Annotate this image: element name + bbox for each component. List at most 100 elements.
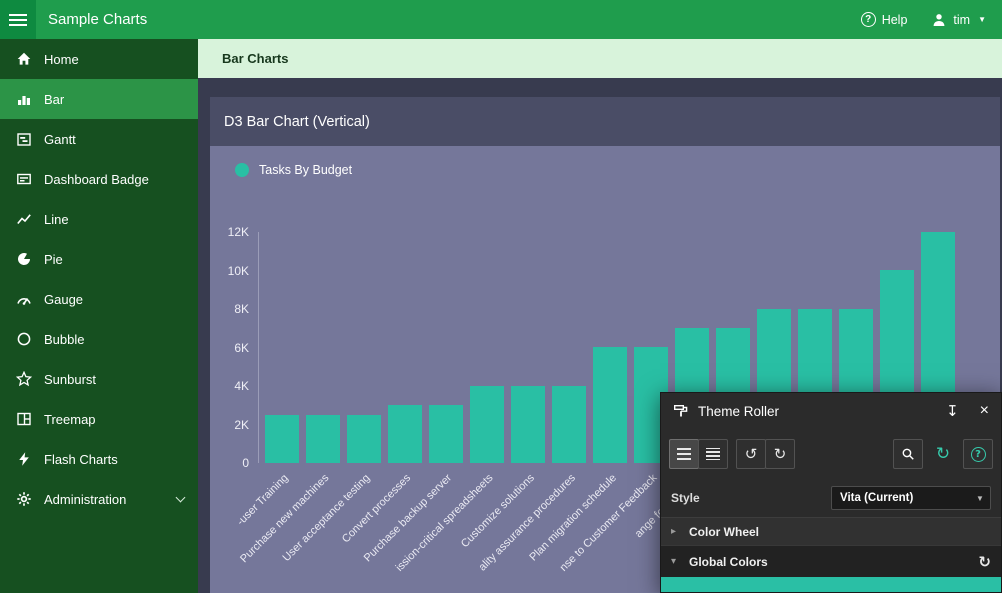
chart-panel-header: D3 Bar Chart (Vertical) [210,97,1000,146]
bar[interactable]: ality assurance procedures [552,386,586,463]
sidebar-item-line[interactable]: Line [0,199,198,239]
theme-roller-header: Theme Roller ↧ × [661,393,1001,429]
user-icon [931,12,947,28]
sidebar-item-label: Sunburst [44,372,96,387]
administration-icon [16,491,32,507]
section-label: Color Wheel [689,525,759,539]
sidebar-item-label: Line [44,212,69,227]
section-color-wheel[interactable]: ▸ Color Wheel [661,517,1001,545]
bar[interactable]: -user Training [265,415,299,463]
redo-button[interactable]: ↻ [765,439,795,469]
sunburst-icon [16,371,32,387]
sidebar-item-gantt[interactable]: Gantt [0,119,198,159]
sidebar-item-bar[interactable]: Bar [0,79,198,119]
sidebar-item-label: Administration [44,492,126,507]
y-axis-tick: 8K [210,302,249,316]
sidebar-item-label: Dashboard Badge [44,172,149,187]
legend-label: Tasks By Budget [259,163,352,177]
bar[interactable]: ission-critical spreadsheets [470,386,504,463]
sidebar-item-flash-charts[interactable]: Flash Charts [0,439,198,479]
sidebar-item-label: Bar [44,92,64,107]
app-title: Sample Charts [48,11,147,28]
dashboard-badge-icon [16,171,32,187]
menu-button[interactable] [0,0,36,39]
section-global-colors[interactable]: ▾ Global Colors ↻ [661,545,1001,577]
sidebar-item-treemap[interactable]: Treemap [0,399,198,439]
y-axis-tick: 2K [210,418,249,432]
theme-roller-panel: Theme Roller ↧ × ↺ ↻ ↻ [660,392,1002,593]
sidebar-item-label: Home [44,52,79,67]
bar[interactable]: Purchase backup server [429,405,463,463]
sidebar-item-label: Bubble [44,332,84,347]
detailed-view-button[interactable] [698,439,728,469]
gantt-icon [16,131,32,147]
paint-roller-icon [673,403,689,419]
chevron-down-icon: ▼ [978,15,986,24]
undo-button[interactable]: ↺ [736,439,766,469]
chart-legend[interactable]: Tasks By Budget [235,163,352,177]
style-select[interactable]: Vita (Current) ▼ [831,486,991,510]
top-bar: Sample Charts ? Help tim ▼ [0,0,1002,39]
page-title: Bar Charts [222,51,288,66]
legend-marker [235,163,249,177]
sidebar-item-home[interactable]: Home [0,39,198,79]
bar[interactable]: Plan migration schedule [593,347,627,463]
y-axis-tick: 12K [210,225,249,239]
help-icon: ? [861,12,876,27]
compact-view-button[interactable] [669,439,699,469]
home-icon [16,51,32,67]
theme-help-button[interactable]: ? [963,439,993,469]
color-swatch[interactable] [661,577,1001,592]
bar[interactable]: Purchase new machines [306,415,340,463]
chevron-down-icon: ▾ [671,556,681,567]
app-root: Sample Charts ? Help tim ▼ Home Bar Gantt D… [0,0,1002,593]
help-button[interactable]: ? Help [861,12,908,27]
sidebar-item-label: Pie [44,252,63,267]
user-name: tim [953,13,970,27]
flash-charts-icon [16,451,32,467]
chevron-down-icon [176,492,186,502]
chart-panel-title: D3 Bar Chart (Vertical) [224,114,370,130]
list-compact-icon [677,448,691,460]
y-axis-tick: 10K [210,264,249,278]
style-label: Style [671,491,700,505]
help-label: Help [882,13,908,27]
y-axis-tick: 4K [210,379,249,393]
chevron-down-icon: ▼ [970,487,990,509]
line-icon [16,211,32,227]
style-row: Style Vita (Current) ▼ [661,479,1001,517]
search-icon [901,447,915,461]
sidebar-item-label: Gantt [44,132,76,147]
sync-icon[interactable]: ↻ [978,553,991,571]
y-axis-tick: 0 [210,456,249,470]
breadcrumb: Bar Charts [198,39,1002,78]
bar[interactable]: User acceptance testing [347,415,381,463]
close-icon[interactable]: × [980,402,989,420]
search-button[interactable] [893,439,923,469]
sidebar: Home Bar Gantt Dashboard Badge Line Pie Gauge B… [0,39,198,593]
refresh-button[interactable]: ↻ [928,439,958,469]
hamburger-icon [9,14,27,16]
sidebar-item-administration[interactable]: Administration [0,479,198,519]
list-detailed-icon [706,448,720,460]
bubble-icon [16,331,32,347]
download-icon[interactable]: ↧ [946,402,959,420]
bar-icon [16,91,32,107]
sidebar-item-label: Treemap [44,412,96,427]
sidebar-item-sunburst[interactable]: Sunburst [0,359,198,399]
chevron-right-icon: ▸ [671,526,681,537]
bar[interactable]: Customize solutions [511,386,545,463]
section-label: Global Colors [689,555,768,569]
x-axis-label: Customize solutions [458,472,536,550]
sidebar-item-bubble[interactable]: Bubble [0,319,198,359]
treemap-icon [16,411,32,427]
help-icon: ? [971,447,986,462]
sidebar-nav: Home Bar Gantt Dashboard Badge Line Pie Gauge B… [0,39,198,519]
style-select-value: Vita (Current) [832,492,970,504]
y-axis-tick: 6K [210,341,249,355]
sidebar-item-pie[interactable]: Pie [0,239,198,279]
sidebar-item-gauge[interactable]: Gauge [0,279,198,319]
bar[interactable]: Convert processes [388,405,422,463]
user-menu[interactable]: tim ▼ [931,12,986,28]
sidebar-item-dashboard-badge[interactable]: Dashboard Badge [0,159,198,199]
